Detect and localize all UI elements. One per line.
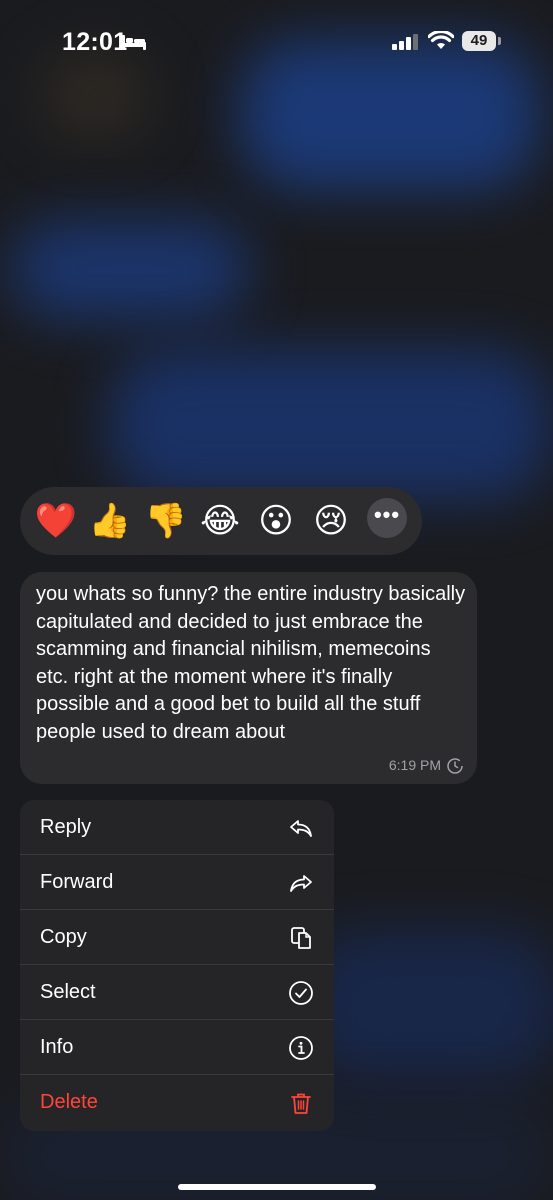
status-time: 12:01	[62, 28, 128, 56]
message-text: you whats so funny? the entire industry …	[36, 583, 466, 743]
menu-item-label: Copy	[40, 926, 87, 948]
reaction-heart[interactable]: ❤️	[34, 499, 78, 543]
menu-item-select[interactable]: Select	[20, 965, 334, 1020]
reaction-surprised[interactable]: 😮	[254, 499, 298, 543]
reaction-thumbs-up[interactable]: 👍	[88, 499, 132, 543]
status-bar: 12:01 49	[0, 0, 553, 84]
context-menu: Reply Forward Copy Select Info Delete	[20, 800, 334, 1131]
menu-item-info[interactable]: Info	[20, 1020, 334, 1075]
home-indicator[interactable]	[178, 1184, 376, 1190]
reaction-bar: ❤️ 👍 👎 😂 😮 😢	[20, 487, 422, 555]
reply-icon	[290, 820, 312, 837]
info-circle-icon	[289, 1036, 313, 1060]
timer-icon	[447, 758, 463, 774]
menu-item-label: Forward	[40, 871, 114, 893]
menu-item-label: Reply	[40, 816, 92, 838]
menu-item-copy[interactable]: Copy	[20, 910, 334, 965]
menu-item-delete[interactable]: Delete	[20, 1075, 334, 1130]
signal-bars-icon	[392, 34, 418, 50]
battery-tip	[498, 37, 501, 45]
menu-item-label: Info	[40, 1036, 74, 1058]
menu-item-reply[interactable]: Reply	[20, 800, 334, 855]
wifi-icon	[428, 31, 454, 49]
bed-icon	[122, 35, 146, 50]
copy-icon	[291, 927, 311, 949]
message-bubble[interactable]: you whats so funny? the entire industry …	[20, 572, 477, 784]
menu-item-label: Select	[40, 981, 96, 1003]
more-icon: •••	[373, 502, 401, 527]
checkmark-circle-icon	[289, 981, 313, 1005]
menu-item-label: Delete	[40, 1091, 98, 1113]
menu-item-forward[interactable]: Forward	[20, 855, 334, 910]
trash-icon	[291, 1093, 311, 1114]
reaction-laughing[interactable]: 😂	[198, 499, 242, 543]
battery-icon: 49	[462, 31, 496, 51]
message-time: 6:19 PM	[388, 757, 441, 773]
reaction-thumbs-down[interactable]: 👎	[144, 499, 188, 543]
more-reactions-button[interactable]: •••	[367, 498, 407, 538]
forward-icon	[290, 875, 312, 892]
reaction-crying[interactable]: 😢	[309, 499, 353, 543]
